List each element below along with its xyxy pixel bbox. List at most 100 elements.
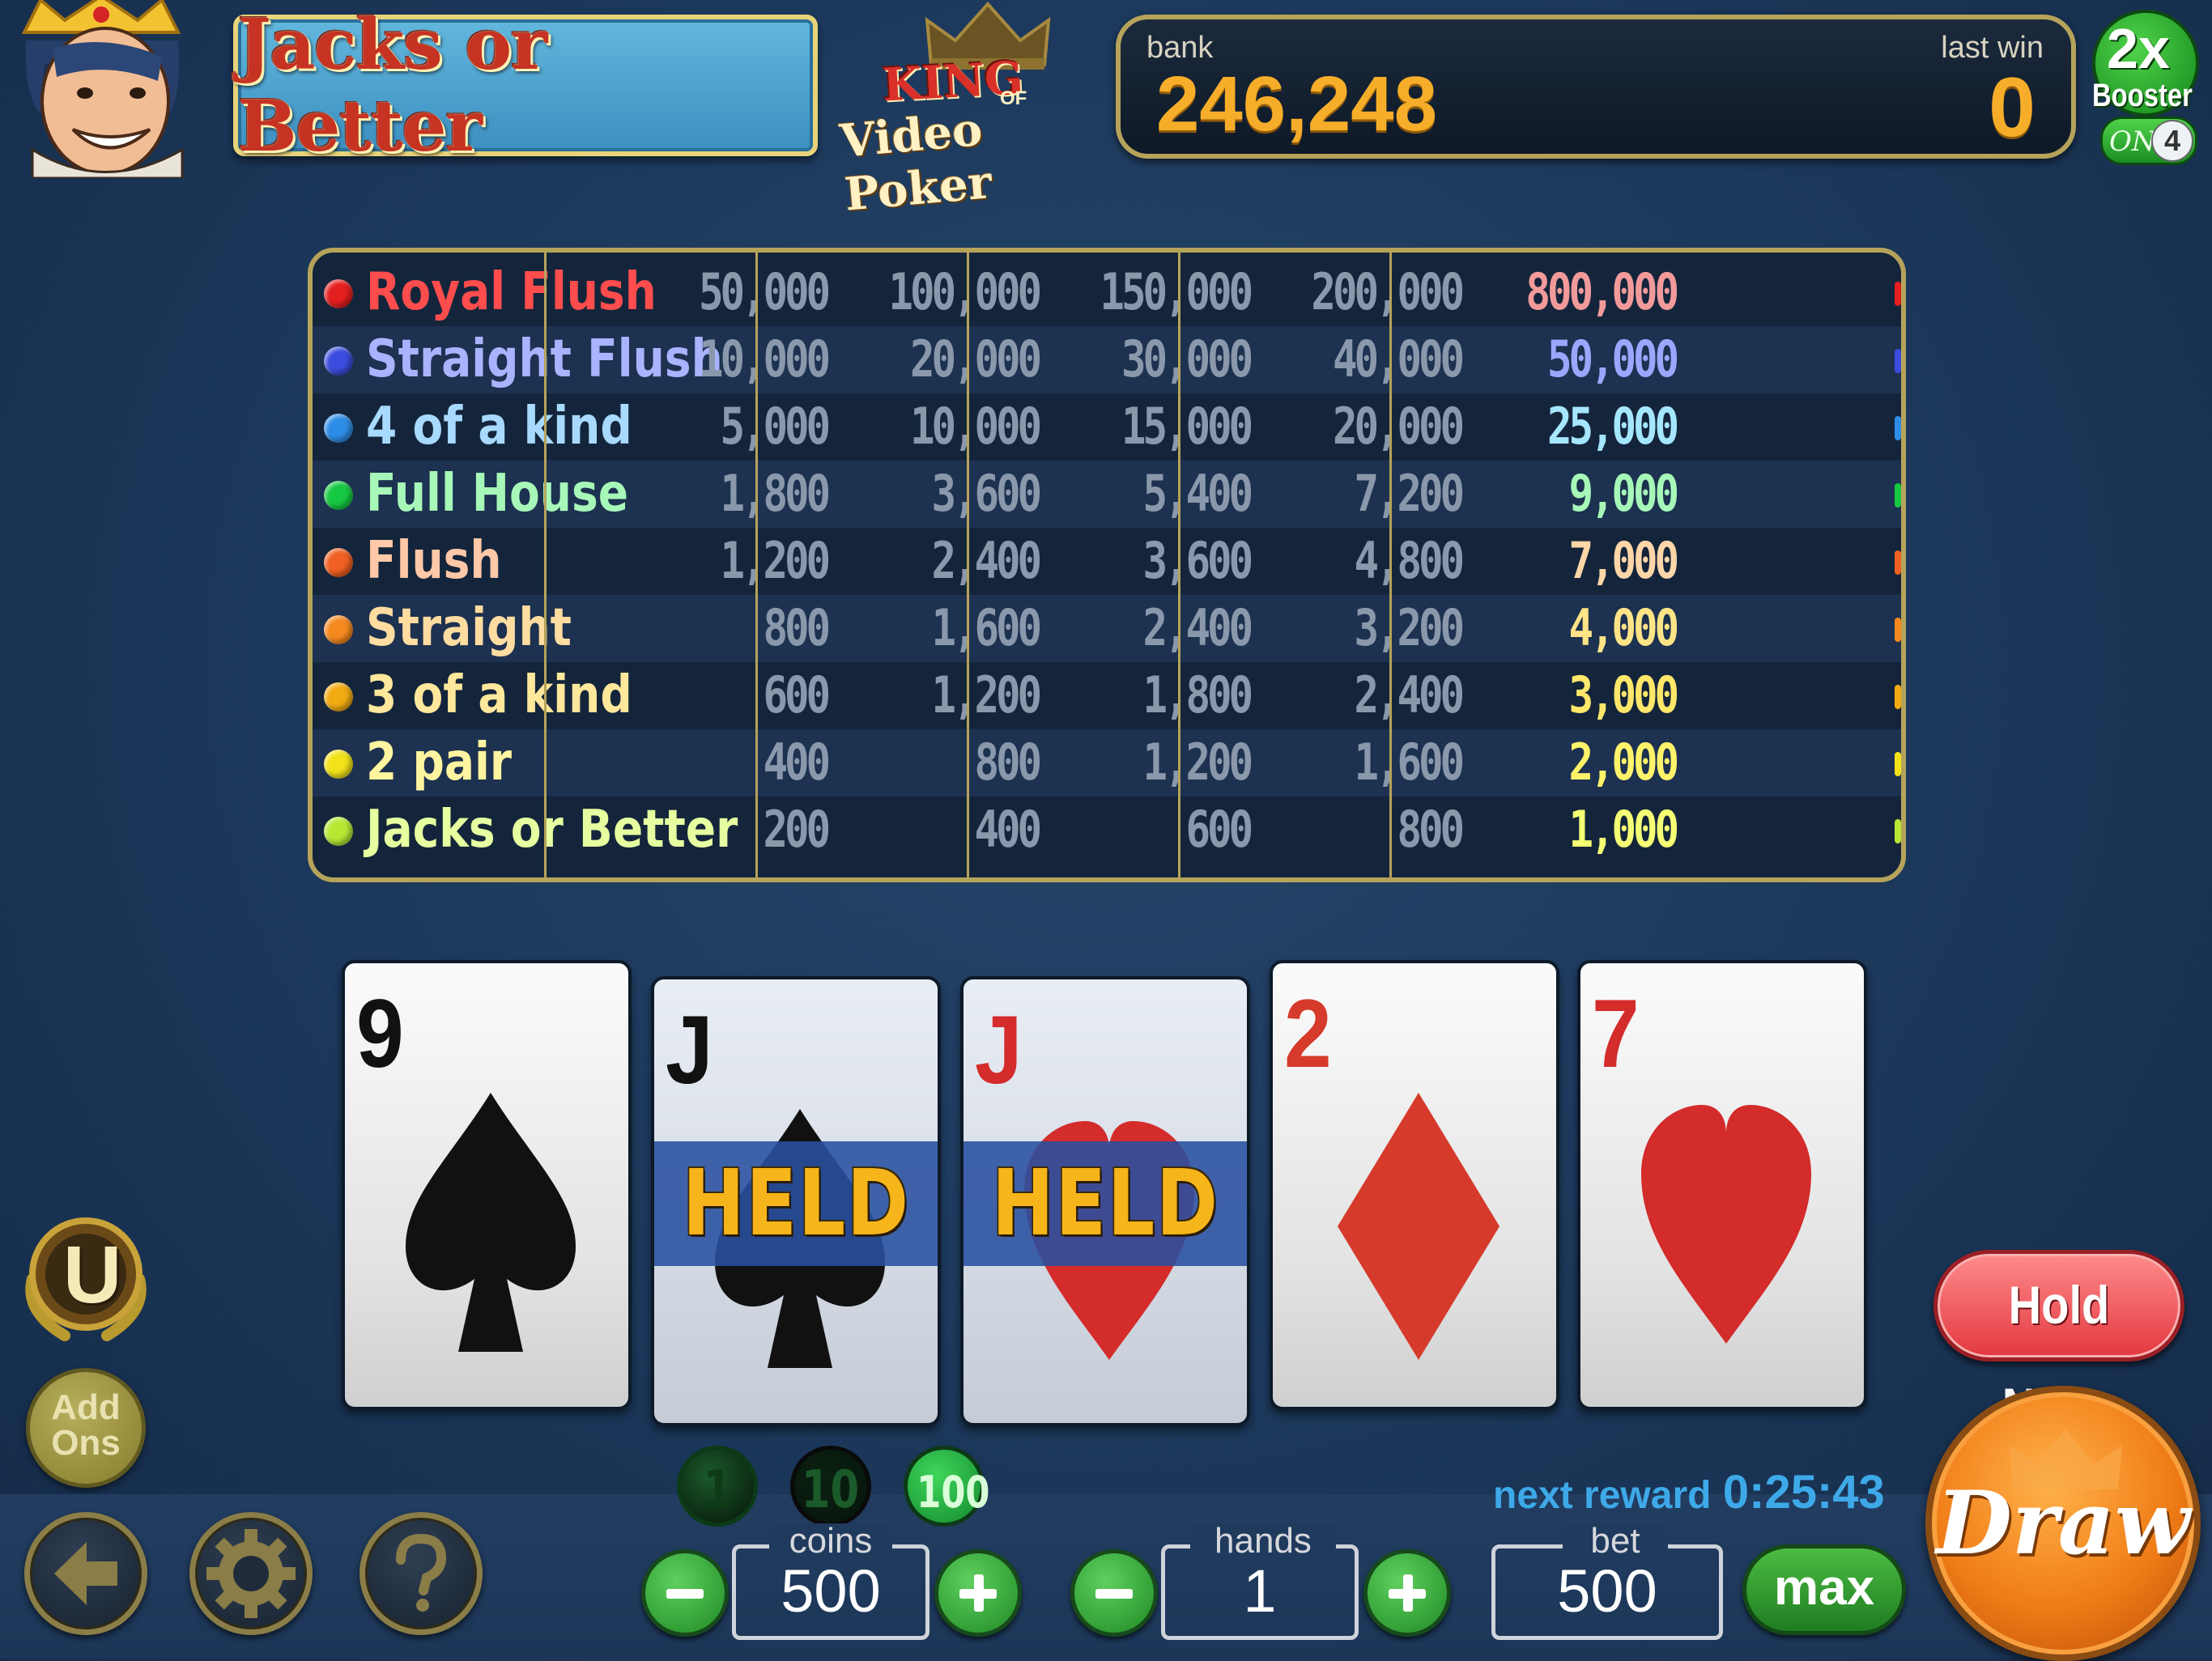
draw-button[interactable]: Draw — [1925, 1386, 2201, 1661]
paytable-payout: 1,600 — [931, 598, 1042, 657]
coins-increase-button[interactable] — [934, 1549, 1022, 1637]
paytable-row-marker — [1895, 483, 1901, 508]
card-rank: 9 — [356, 979, 404, 1088]
paytable-row: Straight 800 1,600 2,400 3,200 4,000 — [313, 595, 1901, 662]
paytable-hand-name: Full House — [366, 464, 629, 524]
coin-chip-value: 10 — [802, 1460, 860, 1520]
paytable-row-marker — [1895, 349, 1901, 373]
u-rank-badge[interactable]: U — [16, 1214, 155, 1344]
bank-panel: bank 246,248 last win 0 — [1116, 15, 2076, 159]
playing-card[interactable]: 9 — [342, 960, 632, 1410]
coin-chip-value: 1 — [703, 1460, 732, 1520]
add-ons-button[interactable]: Add Ons — [26, 1368, 146, 1488]
hands-label: hands — [1190, 1523, 1336, 1559]
spade-suit-icon — [406, 1093, 576, 1352]
paytable-payout: 800 — [974, 733, 1042, 792]
coin-chip[interactable]: 1 — [677, 1446, 758, 1527]
paytable-payout: 1,800 — [720, 464, 831, 523]
paytable-row: 3 of a kind 600 1,200 1,800 2,400 3,000 — [313, 662, 1901, 729]
paytable-dot-icon — [324, 548, 353, 577]
paytable-payout: 10,000 — [909, 397, 1042, 456]
logo-line2: Video Poker — [837, 102, 994, 222]
hold-none-button[interactable]: Hold None — [1933, 1250, 2184, 1437]
booster-multiplier: 2x — [2107, 17, 2170, 80]
paytable-payout: 2,400 — [931, 531, 1042, 590]
paytable-payout: 200 — [763, 800, 831, 859]
paytable-payout: 200,000 — [1311, 262, 1465, 321]
paytable-payout: 3,600 — [931, 464, 1042, 523]
playing-card[interactable]: J HELD — [960, 976, 1250, 1426]
coins-label: coins — [769, 1523, 892, 1559]
paytable-dot-icon — [324, 750, 353, 779]
add-ons-line1: Add — [51, 1387, 121, 1427]
paytable-payout: 50,000 — [698, 262, 831, 321]
paytable-payout: 100,000 — [888, 262, 1042, 321]
card-rank: J — [975, 996, 1023, 1104]
paytable-row-marker — [1895, 416, 1901, 440]
coin-chip[interactable]: 100 — [904, 1446, 989, 1527]
paytable-payout: 400 — [974, 800, 1042, 859]
paytable-payout: 9,000 — [1568, 464, 1679, 523]
card-rank: 7 — [1592, 979, 1640, 1088]
coins-decrease-button[interactable] — [641, 1549, 729, 1637]
paytable-payout: 2,400 — [1354, 665, 1465, 724]
diamond-suit-icon — [1338, 1093, 1499, 1360]
paytable-dot-icon — [324, 615, 353, 644]
paytable-payout: 3,000 — [1568, 665, 1679, 724]
paytable-hand-name: Royal Flush — [366, 262, 657, 322]
paytable-row: 2 pair 400 800 1,200 1,600 2,000 — [313, 729, 1901, 797]
paytable: Royal Flush 50,000 100,000 150,000 200,000 80… — [308, 248, 1906, 882]
paytable-row: Jacks or Better 200 400 600 800 1,000 — [313, 797, 1901, 864]
paytable-column-divider — [1389, 253, 1392, 877]
booster-label: Booster — [2092, 78, 2193, 113]
game-title: Jacks or Better — [238, 3, 547, 168]
booster-badge[interactable]: 2x Booster ON 4 — [2089, 8, 2204, 170]
paytable-column-divider — [1178, 253, 1180, 877]
paytable-payout: 5,400 — [1142, 464, 1253, 523]
paytable-payout: 5,000 — [720, 397, 831, 456]
paytable-payout: 30,000 — [1121, 329, 1253, 389]
paytable-payout: 800,000 — [1525, 262, 1679, 321]
paytable-row: Straight Flush 10,000 20,000 30,000 40,000 50… — [313, 326, 1901, 393]
paytable-payout: 3,600 — [1142, 531, 1253, 590]
paytable-row: 4 of a kind 5,000 10,000 15,000 20,000 25,000 — [313, 393, 1901, 461]
booster-toggle[interactable]: ON 4 — [2100, 117, 2197, 165]
paytable-hand-name: 2 pair — [366, 733, 513, 792]
paytable-payout: 3,200 — [1354, 598, 1465, 657]
held-label: HELD — [682, 1151, 910, 1256]
settings-button[interactable] — [189, 1512, 313, 1635]
paytable-dot-icon — [324, 279, 353, 308]
paytable-payout: 1,200 — [1142, 733, 1253, 792]
booster-count: 4 — [2151, 120, 2193, 162]
paytable-payout: 150,000 — [1100, 262, 1253, 321]
back-button[interactable] — [24, 1512, 147, 1635]
playing-card[interactable]: 2 — [1270, 960, 1559, 1410]
paytable-payout: 4,800 — [1354, 531, 1465, 590]
playing-card[interactable]: J HELD — [651, 976, 941, 1426]
paytable-row-marker — [1895, 618, 1901, 642]
help-button[interactable] — [359, 1512, 483, 1635]
king-of-video-poker-logo: KING OF Video Poker — [826, 0, 1101, 222]
card-rank: J — [666, 996, 713, 1104]
next-reward-label: next reward — [1493, 1474, 1712, 1517]
playing-card[interactable]: 7 — [1577, 960, 1867, 1410]
held-indicator: HELD — [963, 1141, 1247, 1266]
paytable-payout: 1,800 — [1142, 665, 1253, 724]
paytable-payout: 20,000 — [909, 329, 1042, 389]
max-bet-button[interactable]: max — [1742, 1544, 1906, 1635]
u-badge-letter: U — [63, 1230, 122, 1320]
gear-icon — [206, 1529, 296, 1618]
hands-decrease-button[interactable] — [1070, 1549, 1158, 1637]
paytable-payout: 2,400 — [1142, 598, 1253, 657]
hands-increase-button[interactable] — [1363, 1549, 1451, 1637]
paytable-dot-icon — [324, 414, 353, 443]
paytable-row-marker — [1895, 282, 1901, 306]
paytable-payout: 1,000 — [1568, 800, 1679, 859]
paytable-payout: 400 — [763, 733, 831, 792]
add-ons-line2: Ons — [51, 1423, 121, 1463]
paytable-payout: 7,200 — [1354, 464, 1465, 523]
paytable-hand-name: 4 of a kind — [366, 397, 632, 457]
king-avatar-icon[interactable] — [8, 0, 194, 180]
coin-chip[interactable]: 10 — [790, 1446, 871, 1527]
paytable-dot-icon — [324, 346, 353, 376]
